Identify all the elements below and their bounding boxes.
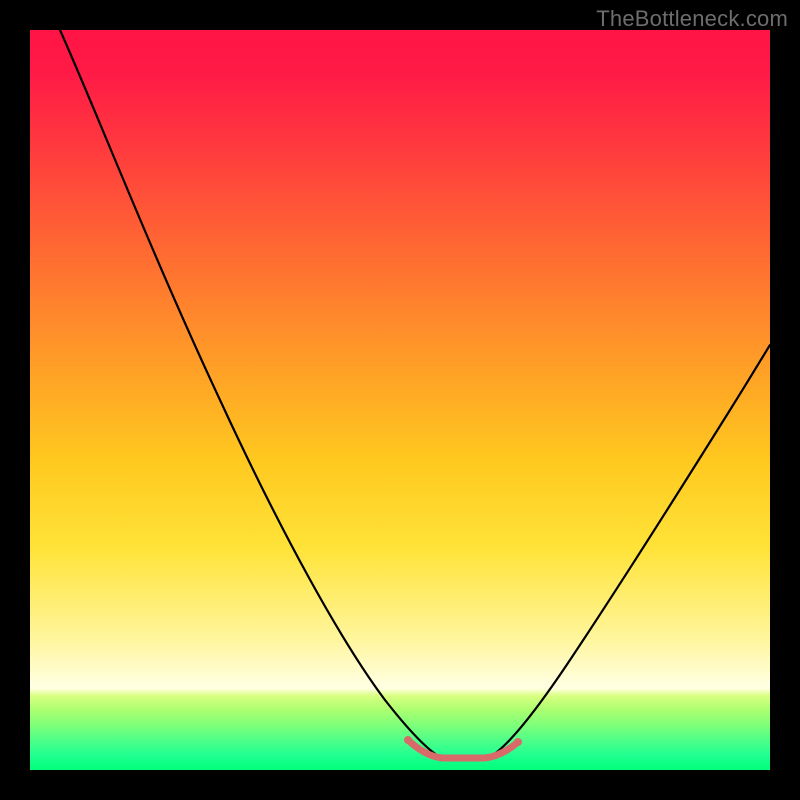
bottleneck-curve: [60, 30, 770, 757]
chart-frame: TheBottleneck.com: [0, 0, 800, 800]
trough-marker-cap-right-icon: [514, 738, 522, 746]
trough-marker-cap-left-icon: [404, 736, 412, 744]
chart-svg: [30, 30, 770, 770]
watermark-text: TheBottleneck.com: [596, 6, 788, 32]
chart-plot-area: [30, 30, 770, 770]
